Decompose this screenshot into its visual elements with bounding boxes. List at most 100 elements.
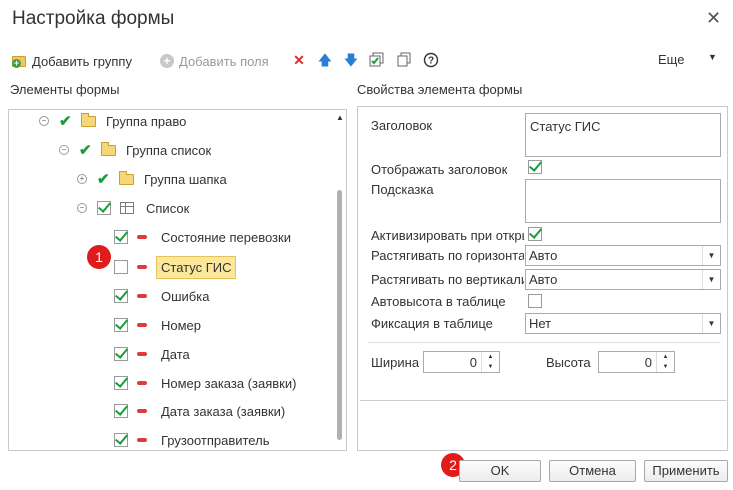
stretch-horizontal-label: Растягивать по горизонтали: [371, 248, 524, 263]
add-field-label: Добавить поля: [179, 53, 269, 69]
expand-icon[interactable]: +: [77, 174, 87, 184]
show-title-checkbox[interactable]: [528, 160, 542, 174]
annotation-badge-1: 1: [87, 245, 111, 269]
collapse-icon[interactable]: −: [39, 116, 49, 126]
fixation-value: Нет: [529, 316, 552, 331]
tree-item-field[interactable]: Грузоотправитель: [114, 429, 269, 451]
tree-item-field-selected[interactable]: Статус ГИС: [114, 255, 237, 279]
check-icon[interactable]: ✔: [59, 112, 75, 130]
add-folder-icon: +: [12, 54, 28, 68]
add-icon: +: [160, 54, 174, 68]
collapse-icon[interactable]: −: [77, 203, 87, 213]
chevron-down-icon[interactable]: ▼: [702, 314, 720, 333]
item-checkbox[interactable]: [114, 347, 128, 361]
chevron-down-icon[interactable]: ▼: [708, 52, 717, 62]
folder-icon: [101, 141, 116, 156]
divider: [368, 342, 720, 343]
tree-item-field[interactable]: Номер: [114, 314, 201, 336]
tree-item-field[interactable]: Ошибка: [114, 285, 209, 307]
stretch-vertical-select[interactable]: Авто ▼: [525, 269, 721, 290]
stepper-arrows-icon[interactable]: ▲ ▼: [481, 352, 499, 372]
title-field[interactable]: Статус ГИС: [525, 113, 721, 157]
tree-item-label: Состояние перевозки: [161, 229, 291, 245]
close-icon[interactable]: ✕: [706, 8, 721, 29]
field-icon: [137, 294, 147, 298]
tree-item-label: Список: [146, 200, 190, 216]
height-value: 0: [644, 355, 652, 370]
item-checkbox[interactable]: [114, 230, 128, 244]
tree-item-field[interactable]: Дата заказа (заявки): [114, 400, 285, 422]
collapse-icon[interactable]: −: [59, 145, 69, 155]
chevron-down-icon[interactable]: ▼: [702, 246, 720, 265]
move-up-icon[interactable]: 🡅: [317, 52, 333, 68]
apply-button[interactable]: Применить: [644, 460, 728, 482]
field-icon: [137, 438, 147, 442]
ok-button[interactable]: OK: [459, 460, 541, 482]
height-label: Высота: [546, 355, 591, 370]
show-title-label: Отображать заголовок: [371, 162, 508, 177]
width-value: 0: [469, 355, 477, 370]
tree-item-label: Группа список: [126, 142, 212, 158]
cancel-button[interactable]: Отмена: [549, 460, 636, 482]
tree-item-field[interactable]: Состояние перевозки: [114, 226, 291, 248]
tree-item-label: Группа право: [106, 113, 187, 129]
field-icon: [137, 381, 147, 385]
add-group-button[interactable]: + Добавить группу: [12, 52, 132, 70]
tree-item-group-header[interactable]: + ✔ Группа шапка: [77, 168, 227, 190]
height-stepper[interactable]: 0 ▲ ▼: [598, 351, 675, 373]
field-icon: [137, 235, 147, 239]
folder-icon: [119, 170, 134, 185]
item-checkbox[interactable]: [97, 201, 111, 215]
element-properties-label: Свойства элемента формы: [357, 82, 523, 97]
hint-field[interactable]: [525, 179, 721, 223]
stretch-vertical-label: Растягивать по вертикали: [371, 272, 524, 287]
window-title: Настройка формы: [12, 8, 175, 29]
scroll-thumb[interactable]: [337, 190, 342, 440]
tree-item-field[interactable]: Дата: [114, 343, 190, 365]
field-icon: [137, 323, 147, 327]
autoheight-checkbox[interactable]: [528, 294, 542, 308]
width-stepper[interactable]: 0 ▲ ▼: [423, 351, 500, 373]
stretch-horizontal-value: Авто: [529, 248, 558, 263]
move-down-icon[interactable]: 🡇: [343, 52, 359, 68]
tree-item-label: Номер заказа (заявки): [161, 375, 297, 391]
item-checkbox[interactable]: [114, 260, 128, 274]
stretch-horizontal-select[interactable]: Авто ▼: [525, 245, 721, 266]
autoheight-label: Автовысота в таблице: [371, 294, 506, 309]
activate-checkbox[interactable]: [528, 227, 542, 241]
fixation-label: Фиксация в таблице: [371, 316, 493, 331]
chevron-down-icon[interactable]: ▼: [702, 270, 720, 289]
table-icon: [120, 202, 134, 214]
scroll-up-icon[interactable]: ▲: [336, 113, 344, 122]
tree-item-group-right[interactable]: − ✔ Группа право: [39, 110, 186, 132]
field-icon: [137, 409, 147, 413]
folder-icon: [81, 112, 96, 127]
tree-item-group-list[interactable]: − ✔ Группа список: [59, 139, 211, 161]
field-icon: [137, 265, 147, 269]
add-group-label: Добавить группу: [32, 53, 132, 69]
tree-item-field[interactable]: Номер заказа (заявки): [114, 372, 296, 394]
add-field-button[interactable]: + Добавить поля: [160, 52, 269, 70]
stepper-arrows-icon[interactable]: ▲ ▼: [656, 352, 674, 372]
tree-item-label: Группа шапка: [144, 171, 227, 187]
tree-scrollbar[interactable]: ▲: [333, 110, 346, 450]
item-checkbox[interactable]: [114, 318, 128, 332]
tree-item-label: Дата заказа (заявки): [161, 403, 286, 419]
tree-item-list[interactable]: − Список: [77, 197, 189, 219]
tree-item-label: Ошибка: [161, 288, 210, 304]
check-icon[interactable]: ✔: [79, 141, 95, 159]
check-all-icon[interactable]: [369, 52, 385, 68]
delete-icon[interactable]: ✕: [291, 52, 307, 68]
check-icon[interactable]: ✔: [97, 170, 113, 188]
more-menu-button[interactable]: Еще: [658, 52, 684, 67]
item-checkbox[interactable]: [114, 433, 128, 447]
item-checkbox[interactable]: [114, 404, 128, 418]
item-checkbox[interactable]: [114, 289, 128, 303]
item-checkbox[interactable]: [114, 376, 128, 390]
fixation-select[interactable]: Нет ▼: [525, 313, 721, 334]
form-elements-label: Элементы формы: [10, 82, 120, 97]
copy-icon[interactable]: [396, 52, 412, 68]
help-icon[interactable]: ?: [423, 52, 439, 68]
tree-item-label: Дата: [161, 346, 190, 362]
tree-item-label: Номер: [161, 317, 202, 333]
